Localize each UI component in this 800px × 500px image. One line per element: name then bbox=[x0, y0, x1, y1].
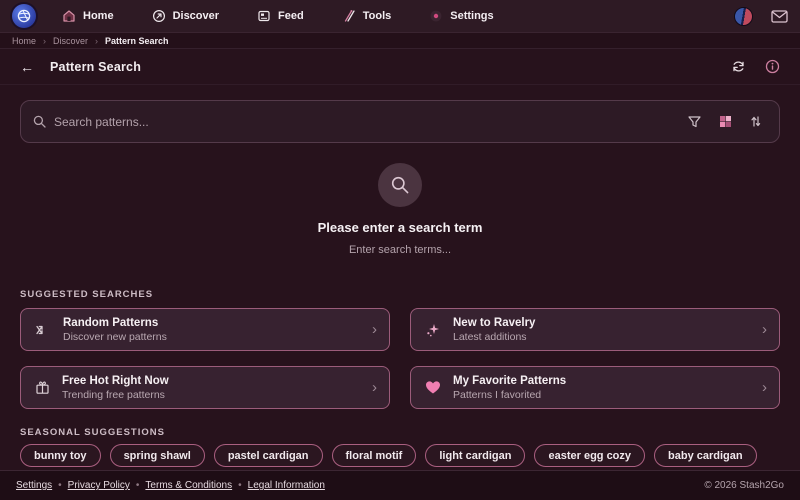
footer-link-terms-conditions[interactable]: Terms & Conditions bbox=[145, 480, 232, 491]
main-content: Please enter a search term Enter search … bbox=[0, 85, 800, 470]
copyright-text: © 2026 Stash2Go bbox=[704, 480, 784, 491]
card-subtitle: Latest additions bbox=[453, 331, 750, 343]
tools-icon bbox=[342, 9, 356, 23]
mail-icon bbox=[771, 10, 788, 23]
card-subtitle: Patterns I favorited bbox=[453, 389, 750, 401]
avatar[interactable] bbox=[734, 7, 753, 26]
footer-separator: • bbox=[58, 480, 62, 491]
sort-icon bbox=[750, 115, 762, 128]
nav-item-label: Discover bbox=[173, 10, 219, 22]
shuffle-icon bbox=[35, 322, 51, 337]
breadcrumb: Home › Discover › Pattern Search bbox=[0, 32, 800, 49]
seasonal-suggestions-heading: SEASONAL SUGGESTIONS bbox=[20, 427, 780, 438]
footer-link-legal-information[interactable]: Legal Information bbox=[248, 480, 325, 491]
feed-icon bbox=[257, 9, 271, 23]
chip-light-cardigan[interactable]: light cardigan bbox=[425, 444, 525, 467]
gift-icon bbox=[35, 380, 50, 395]
mail-button[interactable] bbox=[771, 10, 788, 23]
card-title: My Favorite Patterns bbox=[453, 375, 750, 387]
empty-state-circle bbox=[378, 163, 422, 207]
search-icon bbox=[390, 175, 410, 195]
nav-item-label: Feed bbox=[278, 10, 304, 22]
refresh-icon bbox=[731, 59, 746, 74]
card-title: New to Ravelry bbox=[453, 317, 750, 329]
sparkles-icon bbox=[425, 322, 441, 338]
seasonal-chips: bunny toy spring shawl pastel cardigan f… bbox=[20, 444, 780, 470]
empty-state-subtitle: Enter search terms... bbox=[349, 244, 451, 256]
breadcrumb-discover[interactable]: Discover bbox=[53, 36, 88, 46]
footer-link-privacy-policy[interactable]: Privacy Policy bbox=[68, 480, 130, 491]
breadcrumb-current: Pattern Search bbox=[105, 36, 169, 46]
search-bar bbox=[20, 100, 780, 143]
nav-item-settings[interactable]: Settings bbox=[419, 3, 503, 29]
info-button[interactable] bbox=[760, 55, 784, 79]
chevron-right-icon: › bbox=[372, 322, 377, 337]
chevron-right-icon: › bbox=[762, 380, 767, 395]
discover-icon bbox=[152, 9, 166, 23]
filter-icon bbox=[688, 116, 701, 128]
card-random-patterns[interactable]: Random Patterns Discover new patterns › bbox=[20, 308, 390, 351]
nav-item-label: Tools bbox=[363, 10, 392, 22]
card-texts: Random Patterns Discover new patterns bbox=[63, 317, 360, 343]
page-title: Pattern Search bbox=[50, 60, 141, 74]
refresh-button[interactable] bbox=[726, 55, 750, 79]
card-title: Random Patterns bbox=[63, 317, 360, 329]
footer-link-settings[interactable]: Settings bbox=[16, 480, 52, 491]
card-texts: New to Ravelry Latest additions bbox=[453, 317, 750, 343]
footer-separator: • bbox=[238, 480, 242, 491]
breadcrumb-separator: › bbox=[95, 36, 98, 46]
chip-bunny-toy[interactable]: bunny toy bbox=[20, 444, 101, 467]
nav-item-home[interactable]: Home bbox=[52, 3, 124, 29]
nav-item-label: Home bbox=[83, 10, 114, 22]
top-navigation: Home Discover Feed Tools Settings bbox=[0, 0, 800, 32]
card-subtitle: Discover new patterns bbox=[63, 331, 360, 343]
nav-item-feed[interactable]: Feed bbox=[247, 3, 314, 29]
heart-icon bbox=[425, 380, 441, 395]
yarn-ball-icon bbox=[17, 9, 31, 23]
filter-button[interactable] bbox=[683, 116, 706, 128]
nav-item-discover[interactable]: Discover bbox=[142, 3, 229, 29]
chip-floral-motif[interactable]: floral motif bbox=[332, 444, 417, 467]
chevron-right-icon: › bbox=[372, 380, 377, 395]
home-icon bbox=[62, 9, 76, 23]
footer-links: Settings • Privacy Policy • Terms & Cond… bbox=[16, 480, 325, 491]
app-logo[interactable] bbox=[12, 4, 36, 28]
grid-view-button[interactable] bbox=[714, 115, 737, 128]
card-new-to-ravelry[interactable]: New to Ravelry Latest additions › bbox=[410, 308, 780, 351]
search-icon bbox=[33, 115, 46, 128]
chip-pastel-cardigan[interactable]: pastel cardigan bbox=[214, 444, 323, 467]
page-header: ← Pattern Search bbox=[0, 49, 800, 85]
chip-baby-cardigan[interactable]: baby cardigan bbox=[654, 444, 757, 467]
info-icon bbox=[765, 59, 780, 74]
nav-item-tools[interactable]: Tools bbox=[332, 3, 402, 29]
card-title: Free Hot Right Now bbox=[62, 375, 360, 387]
breadcrumb-separator: › bbox=[43, 36, 46, 46]
sort-button[interactable] bbox=[745, 115, 767, 128]
suggested-searches-grid: Random Patterns Discover new patterns › … bbox=[20, 308, 780, 409]
empty-state-title: Please enter a search term bbox=[318, 220, 483, 235]
card-subtitle: Trending free patterns bbox=[62, 389, 360, 401]
search-input[interactable] bbox=[54, 115, 675, 129]
footer: Settings • Privacy Policy • Terms & Cond… bbox=[0, 470, 800, 500]
back-button[interactable]: ← bbox=[16, 56, 38, 78]
back-arrow-icon: ← bbox=[20, 59, 34, 75]
nav-item-label: Settings bbox=[450, 10, 493, 22]
footer-separator: • bbox=[136, 480, 140, 491]
card-texts: Free Hot Right Now Trending free pattern… bbox=[62, 375, 360, 401]
chip-spring-shawl[interactable]: spring shawl bbox=[110, 444, 205, 467]
card-free-hot-right-now[interactable]: Free Hot Right Now Trending free pattern… bbox=[20, 366, 390, 409]
suggested-searches-heading: SUGGESTED SEARCHES bbox=[20, 289, 780, 300]
chip-easter-egg-cozy[interactable]: easter egg cozy bbox=[534, 444, 645, 467]
empty-state: Please enter a search term Enter search … bbox=[20, 143, 780, 256]
settings-icon bbox=[429, 9, 443, 23]
card-my-favorite-patterns[interactable]: My Favorite Patterns Patterns I favorite… bbox=[410, 366, 780, 409]
chevron-right-icon: › bbox=[762, 322, 767, 337]
card-texts: My Favorite Patterns Patterns I favorite… bbox=[453, 375, 750, 401]
grid-view-icon bbox=[719, 115, 732, 128]
breadcrumb-home[interactable]: Home bbox=[12, 36, 36, 46]
